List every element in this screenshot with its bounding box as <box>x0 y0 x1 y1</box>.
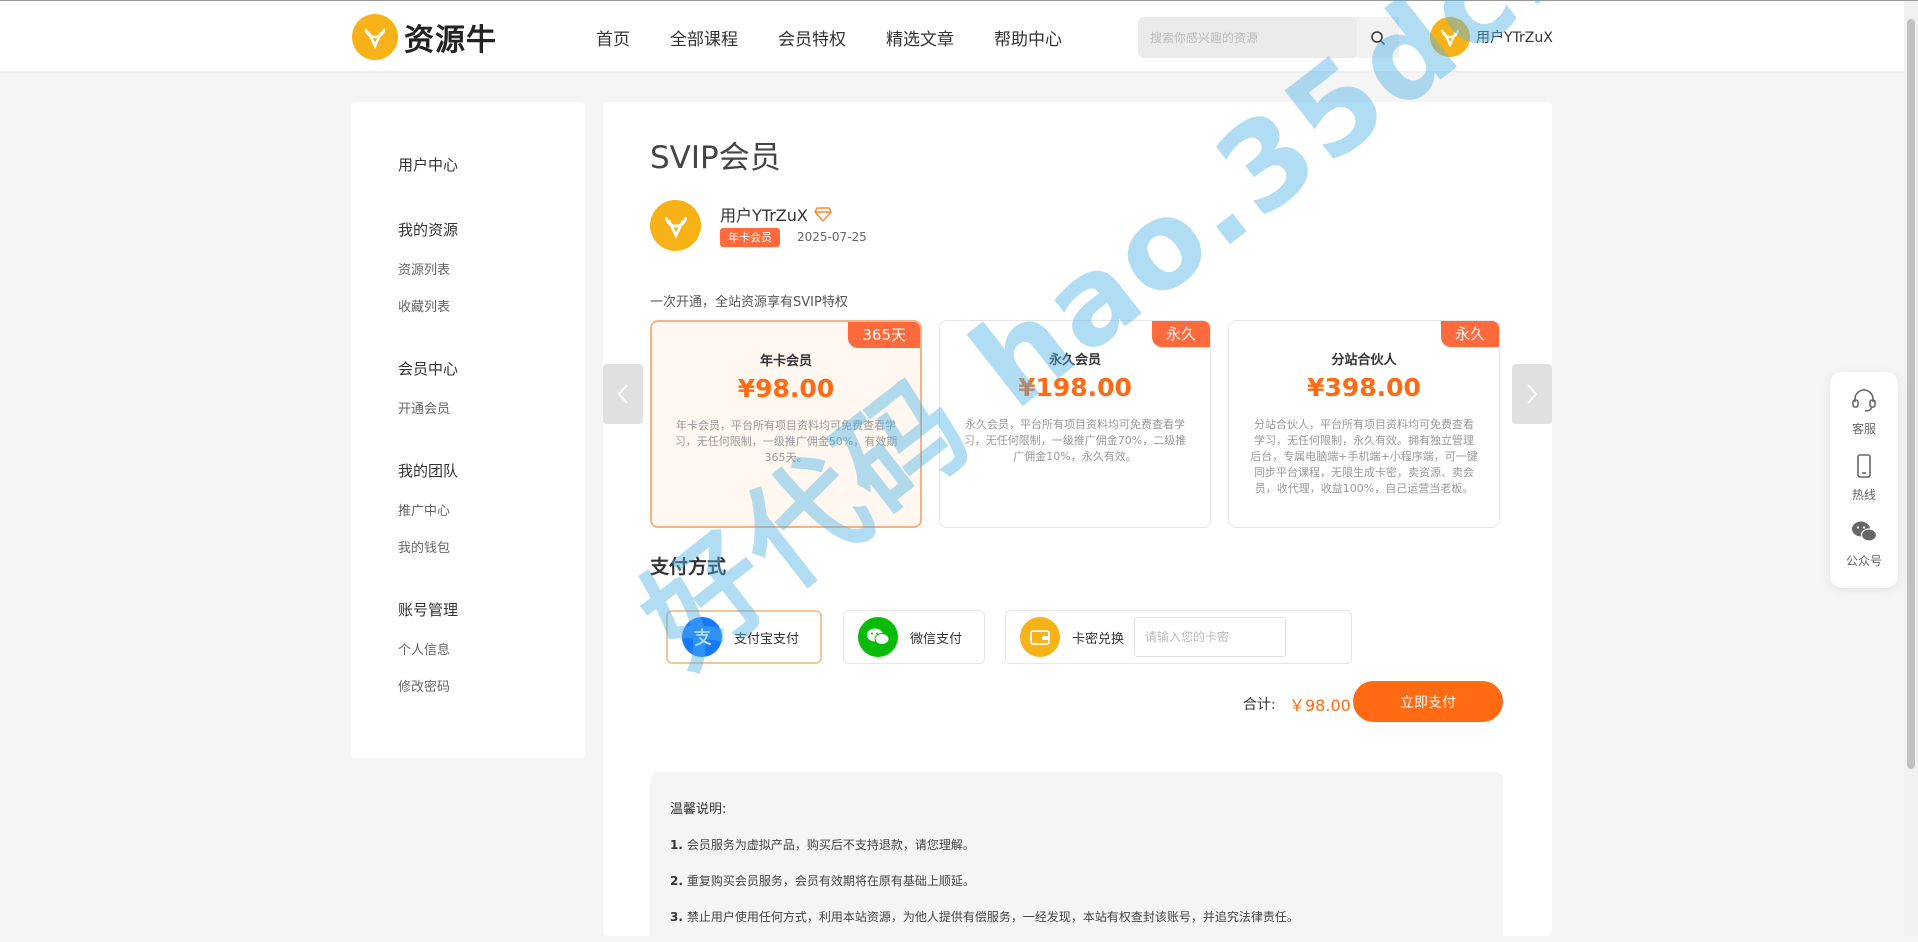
search-input[interactable] <box>1138 17 1312 58</box>
notice-text: 会员服务为虚拟产品，购买后不支持退款，请您理解。 <box>686 838 975 852</box>
headset-icon <box>1852 389 1876 412</box>
main-panel: SVIP会员 用户YTrZuX 年卡会员 2025-07-25 一次开通，全站资… <box>603 102 1552 942</box>
nav-home[interactable]: 首页 <box>596 25 630 50</box>
carousel-next-button[interactable] <box>1512 364 1552 424</box>
notice-text: 重复购买会员服务，会员有效期将在原有基础上顺延。 <box>686 874 975 888</box>
wechat-official-icon <box>1852 521 1878 542</box>
total-label: 合计: <box>1243 697 1276 713</box>
nav-help-center[interactable]: 帮助中心 <box>994 25 1062 50</box>
user-name: 用户YTrZuX <box>1476 30 1553 46</box>
sidebar-heading-team: 我的团队 <box>398 462 459 480</box>
nav-articles[interactable]: 精选文章 <box>886 25 954 50</box>
main-nav: 首页 全部课程 会员特权 精选文章 帮助中心 <box>596 25 1102 50</box>
plan-description: 分站合伙人，平台所有项目资料均可免费查看学习，无任何限制，永久有效。拥有独立管理… <box>1250 418 1478 495</box>
sidebar-heading-resources: 我的资源 <box>398 221 459 239</box>
plan-description: 永久会员，平台所有项目资料均可免费查看学习，无任何限制，一级推广佣金70%，二级… <box>963 418 1187 463</box>
customer-service-button[interactable]: 客服 <box>1830 386 1898 437</box>
pay-option-label: 微信支付 <box>910 631 963 647</box>
chevron-right-icon <box>1527 384 1538 404</box>
pay-now-button[interactable]: 立即支付 <box>1353 681 1503 722</box>
notice-number: 1. <box>670 838 683 852</box>
plan-name: 永久会员 <box>1048 353 1101 368</box>
plan-card-lifetime[interactable]: 永久 永久会员 ¥198.00 永久会员，平台所有项目资料均可免费查看学习，无任… <box>939 320 1211 528</box>
plan-card-annual[interactable]: 365天 年卡会员 ¥98.00 年卡会员，平台所有项目资料均可免费查看学习，无… <box>650 320 922 528</box>
hotline-label: 热线 <box>1851 488 1876 502</box>
plan-tag: 永久 <box>1151 321 1210 347</box>
diamond-vip-icon <box>814 207 832 222</box>
plan-price: ¥398.00 <box>1307 373 1421 402</box>
official-account-button[interactable]: 公众号 <box>1830 518 1898 569</box>
card-code-input[interactable] <box>1134 617 1287 657</box>
sidebar-item-personal-info[interactable]: 个人信息 <box>398 639 450 658</box>
notice-number: 2. <box>670 874 683 888</box>
sidebar-heading-account: 账号管理 <box>398 601 459 619</box>
profile-name-row: 用户YTrZuX <box>720 202 832 226</box>
sidebar-heading-member: 会员中心 <box>398 360 459 378</box>
avatar <box>1430 17 1470 57</box>
membership-expiry-date: 2025-07-25 <box>797 230 867 244</box>
carousel-prev-button[interactable] <box>603 364 643 424</box>
notice-number: 3. <box>670 910 683 924</box>
service-label: 客服 <box>1851 422 1876 436</box>
nav-all-courses[interactable]: 全部课程 <box>670 25 738 50</box>
wechat-icon <box>858 617 898 657</box>
pay-option-wechat[interactable]: 微信支付 <box>843 610 985 664</box>
plan-card-partner[interactable]: 永久 分站合伙人 ¥398.00 分站合伙人，平台所有项目资料均可免费查看学习，… <box>1228 320 1500 528</box>
notice-box: 温馨说明: 1. 会员服务为虚拟产品，购买后不支持退款，请您理解。 2. 重复购买会… <box>650 772 1503 942</box>
membership-badge: 年卡会员 <box>720 228 780 247</box>
scrollbar-thumb[interactable] <box>1907 19 1915 769</box>
notice-title: 温馨说明: <box>670 802 727 817</box>
pay-option-label: 卡密兑换 <box>1072 631 1125 647</box>
scrollbar[interactable] <box>1904 1 1918 936</box>
payment-method-title: 支付方式 <box>650 556 727 578</box>
search-button[interactable] <box>1357 17 1399 58</box>
logo-bull-icon <box>352 14 398 60</box>
sidebar-item-open-member[interactable]: 开通会员 <box>398 398 450 417</box>
logo-text: 资源牛 <box>404 23 497 58</box>
total-amount: ￥98.00 <box>1289 696 1351 715</box>
pay-option-alipay[interactable]: 支付宝支付 <box>666 610 822 664</box>
plan-name: 年卡会员 <box>759 354 812 369</box>
page-title: SVIP会员 <box>650 140 781 176</box>
pay-option-card[interactable]: 卡密兑换 <box>1005 610 1352 664</box>
profile-name: 用户YTrZuX <box>720 206 808 225</box>
nav-member-privileges[interactable]: 会员特权 <box>778 25 846 50</box>
notice-text: 禁止用户使用任何方式，利用本站资源，为他人提供有偿服务，一经发现，本站有权查封该… <box>686 910 1299 924</box>
alipay-icon <box>682 617 722 657</box>
sidebar-item-promo-center[interactable]: 推广中心 <box>398 500 450 519</box>
notice-item: 1. 会员服务为虚拟产品，购买后不支持退款，请您理解。 <box>670 836 975 853</box>
sidebar-item-favorites[interactable]: 收藏列表 <box>398 296 450 315</box>
search-icon <box>1371 30 1386 45</box>
site-header: 资源牛 首页 全部课程 会员特权 精选文章 帮助中心 用户YTrZuX <box>0 1 1918 71</box>
svip-tip: 一次开通，全站资源享有SVIP特权 <box>650 295 848 310</box>
user-menu[interactable]: 用户YTrZuX <box>1430 17 1553 57</box>
notice-item: 2. 重复购买会员服务，会员有效期将在原有基础上顺延。 <box>670 872 975 889</box>
notice-item: 3. 禁止用户使用任何方式，利用本站资源，为他人提供有偿服务，一经发现，本站有权查… <box>670 908 1299 925</box>
pay-option-label: 支付宝支付 <box>734 631 800 647</box>
plan-price: ¥98.00 <box>737 374 835 403</box>
phone-icon <box>1857 454 1871 478</box>
plan-tag: 365天 <box>848 322 920 348</box>
profile-avatar <box>650 200 701 251</box>
sidebar-item-change-password[interactable]: 修改密码 <box>398 676 450 695</box>
sidebar-item-wallet[interactable]: 我的钱包 <box>398 537 450 556</box>
plan-price: ¥198.00 <box>1018 373 1132 402</box>
search-box <box>1138 17 1359 58</box>
plan-description: 年卡会员，平台所有项目资料均可免费查看学习，无任何限制，一级推广佣金50%，有效… <box>674 419 898 464</box>
sidebar-user-center[interactable]: 用户中心 <box>398 154 458 175</box>
sidebar-item-resource-list[interactable]: 资源列表 <box>398 259 450 278</box>
plan-name: 分站合伙人 <box>1331 353 1397 368</box>
floating-toolbar: 客服 热线 公众号 <box>1830 372 1898 588</box>
plan-tag: 永久 <box>1440 321 1499 347</box>
card-wallet-icon <box>1020 617 1060 657</box>
site-logo[interactable]: 资源牛 <box>352 14 497 60</box>
user-sidebar: 用户中心 我的资源 资源列表 收藏列表 会员中心 开通会员 我的团队 推广中心 … <box>351 102 585 758</box>
chevron-left-icon <box>617 384 628 404</box>
hotline-button[interactable]: 热线 <box>1830 452 1898 503</box>
official-label: 公众号 <box>1845 554 1882 568</box>
